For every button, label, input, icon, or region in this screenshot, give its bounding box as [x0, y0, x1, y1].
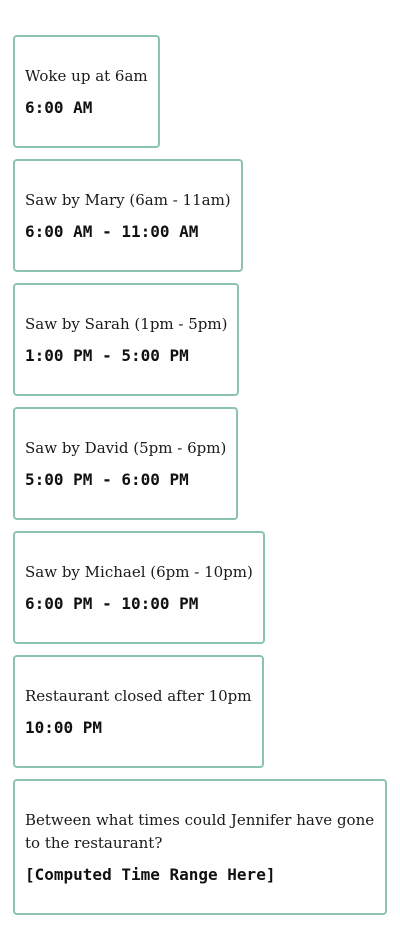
- question-card: Between what times could Jennifer have g…: [13, 779, 387, 915]
- question-text: Between what times could Jennifer have g…: [25, 811, 375, 852]
- event-time: 6:00 PM - 10:00 PM: [25, 594, 199, 613]
- event-card-sarah: Saw by Sarah (1pm - 5pm) 1:00 PM - 5:00 …: [13, 283, 240, 396]
- event-time: 1:00 PM - 5:00 PM: [25, 346, 189, 365]
- event-description: Saw by Mary (6am - 11am): [25, 191, 231, 209]
- event-description: Woke up at 6am: [25, 67, 148, 85]
- event-time: 10:00 PM: [25, 718, 103, 737]
- timeline: Woke up at 6am 6:00 AM Saw by Mary (6am …: [13, 35, 387, 926]
- event-card-michael: Saw by Michael (6pm - 10pm) 6:00 PM - 10…: [13, 531, 265, 644]
- event-description: Saw by Michael (6pm - 10pm): [25, 563, 253, 581]
- event-description: Restaurant closed after 10pm: [25, 687, 252, 705]
- event-card-restaurant: Restaurant closed after 10pm 10:00 PM: [13, 655, 264, 768]
- event-time: 5:00 PM - 6:00 PM: [25, 470, 189, 489]
- event-time: 6:00 AM: [25, 98, 93, 117]
- event-card-david: Saw by David (5pm - 6pm) 5:00 PM - 6:00 …: [13, 407, 239, 520]
- event-time: 6:00 AM - 11:00 AM: [25, 222, 199, 241]
- event-card-wake: Woke up at 6am 6:00 AM: [13, 35, 160, 148]
- event-description: Saw by Sarah (1pm - 5pm): [25, 315, 228, 333]
- answer-placeholder: [Computed Time Range Here]: [25, 865, 276, 884]
- event-description: Saw by David (5pm - 6pm): [25, 439, 227, 457]
- event-card-mary: Saw by Mary (6am - 11am) 6:00 AM - 11:00…: [13, 159, 243, 272]
